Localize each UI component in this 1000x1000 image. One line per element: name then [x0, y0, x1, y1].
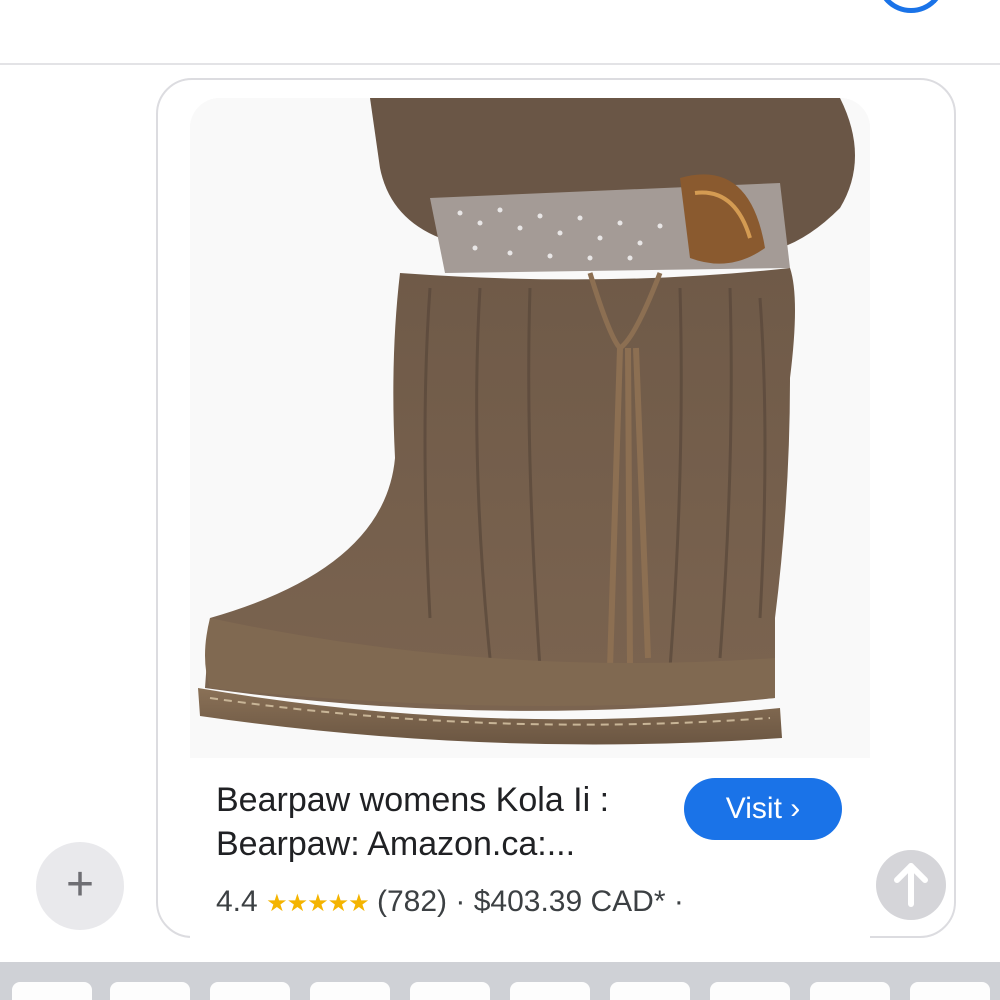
keyboard-key[interactable]	[410, 982, 490, 1000]
keyboard-key[interactable]	[910, 982, 990, 1000]
divider	[0, 63, 1000, 65]
keyboard-key[interactable]	[310, 982, 390, 1000]
keyboard	[0, 962, 1000, 1000]
keyboard-key[interactable]	[210, 982, 290, 1000]
keyboard-key[interactable]	[110, 982, 190, 1000]
star-rating-icon: ★★★★★	[266, 890, 370, 917]
messages-compose-screen: Bearpaw womens Kola Ii : Bearpaw: Amazon…	[0, 0, 1000, 1000]
circle-icon[interactable]	[876, 0, 946, 13]
card-info: Bearpaw womens Kola Ii : Bearpaw: Amazon…	[190, 758, 870, 940]
keyboard-key[interactable]	[810, 982, 890, 1000]
rich-link-card[interactable]: Bearpaw womens Kola Ii : Bearpaw: Amazon…	[190, 98, 870, 940]
review-count: (782)	[376, 885, 448, 918]
rating-line: 4.4 ★★★★★ (782) · $403.39 CAD* ·	[216, 884, 856, 922]
product-image[interactable]	[190, 98, 870, 758]
separator: ·	[673, 885, 684, 918]
visit-button[interactable]: Visit ›	[684, 778, 842, 840]
boot-image	[198, 98, 855, 745]
separator: ·	[455, 885, 466, 918]
add-attachment-button[interactable]: +	[36, 842, 124, 930]
plus-icon: +	[65, 858, 95, 911]
keyboard-key[interactable]	[12, 982, 92, 1000]
keyboard-key[interactable]	[610, 982, 690, 1000]
send-button[interactable]	[876, 850, 946, 920]
price: $403.39 CAD*	[473, 885, 666, 918]
rating-value: 4.4	[216, 885, 258, 918]
product-title[interactable]: Bearpaw womens Kola Ii : Bearpaw: Amazon…	[216, 778, 656, 866]
keyboard-key[interactable]	[710, 982, 790, 1000]
up-arrow-icon	[894, 863, 928, 907]
keyboard-key[interactable]	[510, 982, 590, 1000]
